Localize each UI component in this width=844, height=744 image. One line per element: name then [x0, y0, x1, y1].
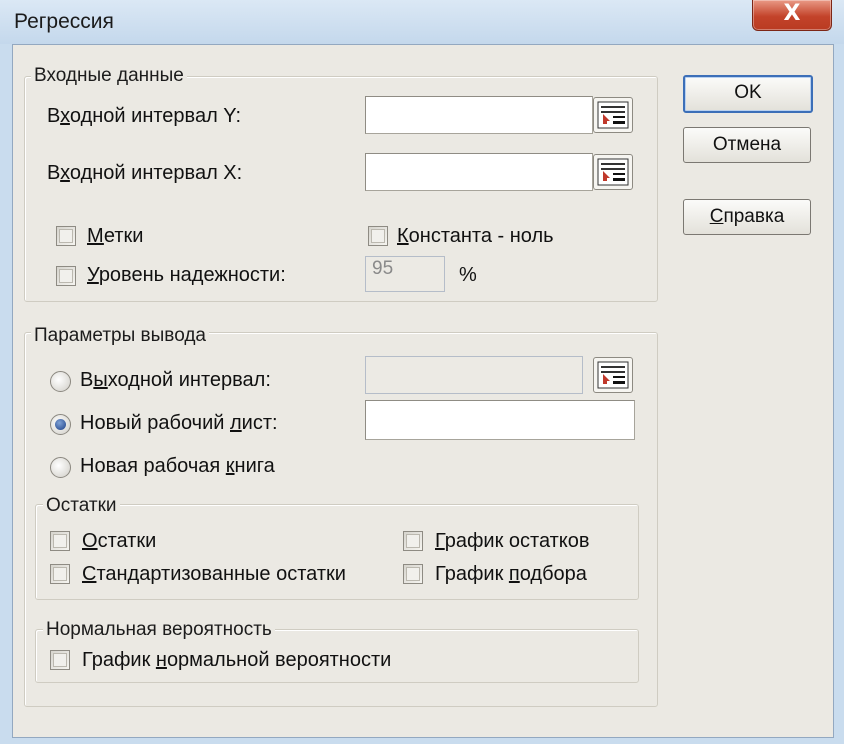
constant-zero-label: Константа - ноль	[397, 225, 554, 247]
close-icon: X	[783, 1, 801, 26]
x-range-select-button[interactable]	[593, 154, 633, 190]
residuals-label: Остатки	[82, 530, 157, 552]
new-workbook-label: Новая рабочая книга	[80, 455, 275, 477]
standardized-residuals-checkbox[interactable]	[50, 564, 70, 584]
new-workbook-radio[interactable]	[50, 457, 71, 478]
confidence-level-label: Уровень надежности:	[87, 264, 286, 286]
ok-button[interactable]: OK	[683, 75, 813, 113]
constant-zero-checkbox[interactable]	[368, 226, 388, 246]
close-button[interactable]: X	[752, 0, 832, 31]
output-range-label: Выходной интервал:	[80, 369, 271, 391]
line-fit-plot-label: График подбора	[435, 563, 587, 585]
range-select-icon	[597, 101, 629, 129]
output-options-legend: Параметры вывода	[31, 325, 209, 347]
input-data-legend: Входные данные	[31, 65, 187, 87]
new-worksheet-radio[interactable]	[50, 414, 71, 435]
normal-probability-plot-label: График нормальной вероятности	[82, 649, 392, 671]
standardized-residuals-label: Стандартизованные остатки	[82, 563, 346, 585]
help-button[interactable]: Справка	[683, 199, 811, 235]
title-bar: Регрессия X	[0, 0, 844, 44]
normal-probability-plot-checkbox[interactable]	[50, 650, 70, 670]
confidence-level-checkbox[interactable]	[56, 266, 76, 286]
range-select-icon	[597, 158, 629, 186]
output-range-radio[interactable]	[50, 371, 71, 392]
y-range-select-button[interactable]	[593, 97, 633, 133]
x-range-label: Входной интервал X:	[47, 162, 243, 184]
output-range-input[interactable]	[365, 356, 583, 394]
residual-plot-checkbox[interactable]	[403, 531, 423, 551]
new-worksheet-label: Новый рабочий лист:	[80, 412, 278, 434]
window-title: Регрессия	[14, 10, 114, 33]
line-fit-plot-checkbox[interactable]	[403, 564, 423, 584]
output-range-select-button[interactable]	[593, 357, 633, 393]
confidence-level-input[interactable]: 95	[365, 256, 445, 292]
residuals-checkbox[interactable]	[50, 531, 70, 551]
x-range-input[interactable]	[365, 153, 593, 191]
dialog-body: Входные данные Входной интервал Y: Входн…	[12, 44, 834, 738]
range-select-icon	[597, 361, 629, 389]
labels-checkbox[interactable]	[56, 226, 76, 246]
new-worksheet-input[interactable]	[365, 400, 635, 440]
residuals-legend: Остатки	[43, 495, 120, 517]
labels-checkbox-label: Метки	[87, 225, 144, 247]
normal-probability-legend: Нормальная вероятность	[43, 619, 275, 641]
percent-sign: %	[459, 264, 477, 286]
y-range-label: Входной интервал Y:	[47, 105, 242, 127]
confidence-level-value: 95	[372, 258, 394, 279]
y-range-input[interactable]	[365, 96, 593, 134]
residual-plot-label: График остатков	[435, 530, 590, 552]
cancel-button[interactable]: Отмена	[683, 127, 811, 163]
